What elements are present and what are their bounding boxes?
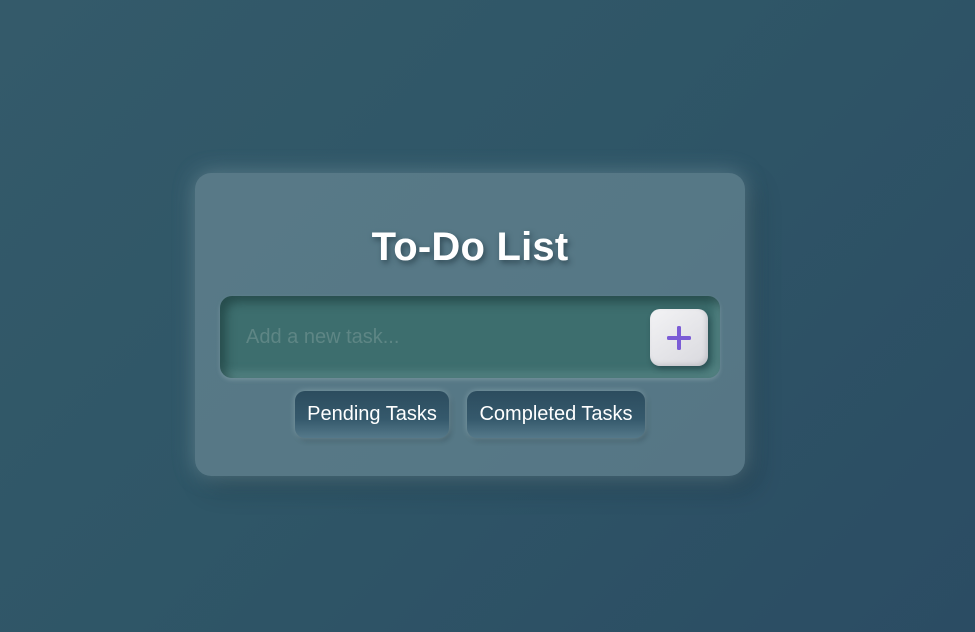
task-filters: Pending Tasks Completed Tasks	[195, 391, 745, 438]
pending-tasks-button[interactable]: Pending Tasks	[295, 391, 449, 438]
completed-tasks-button[interactable]: Completed Tasks	[467, 391, 645, 438]
add-task-button[interactable]	[650, 309, 708, 366]
task-input[interactable]	[244, 318, 638, 356]
plus-icon	[667, 325, 691, 350]
task-input-row	[220, 296, 720, 378]
todo-card: To-Do List Pending Tasks Completed Tasks	[195, 173, 745, 476]
page-title: To-Do List	[371, 225, 569, 269]
